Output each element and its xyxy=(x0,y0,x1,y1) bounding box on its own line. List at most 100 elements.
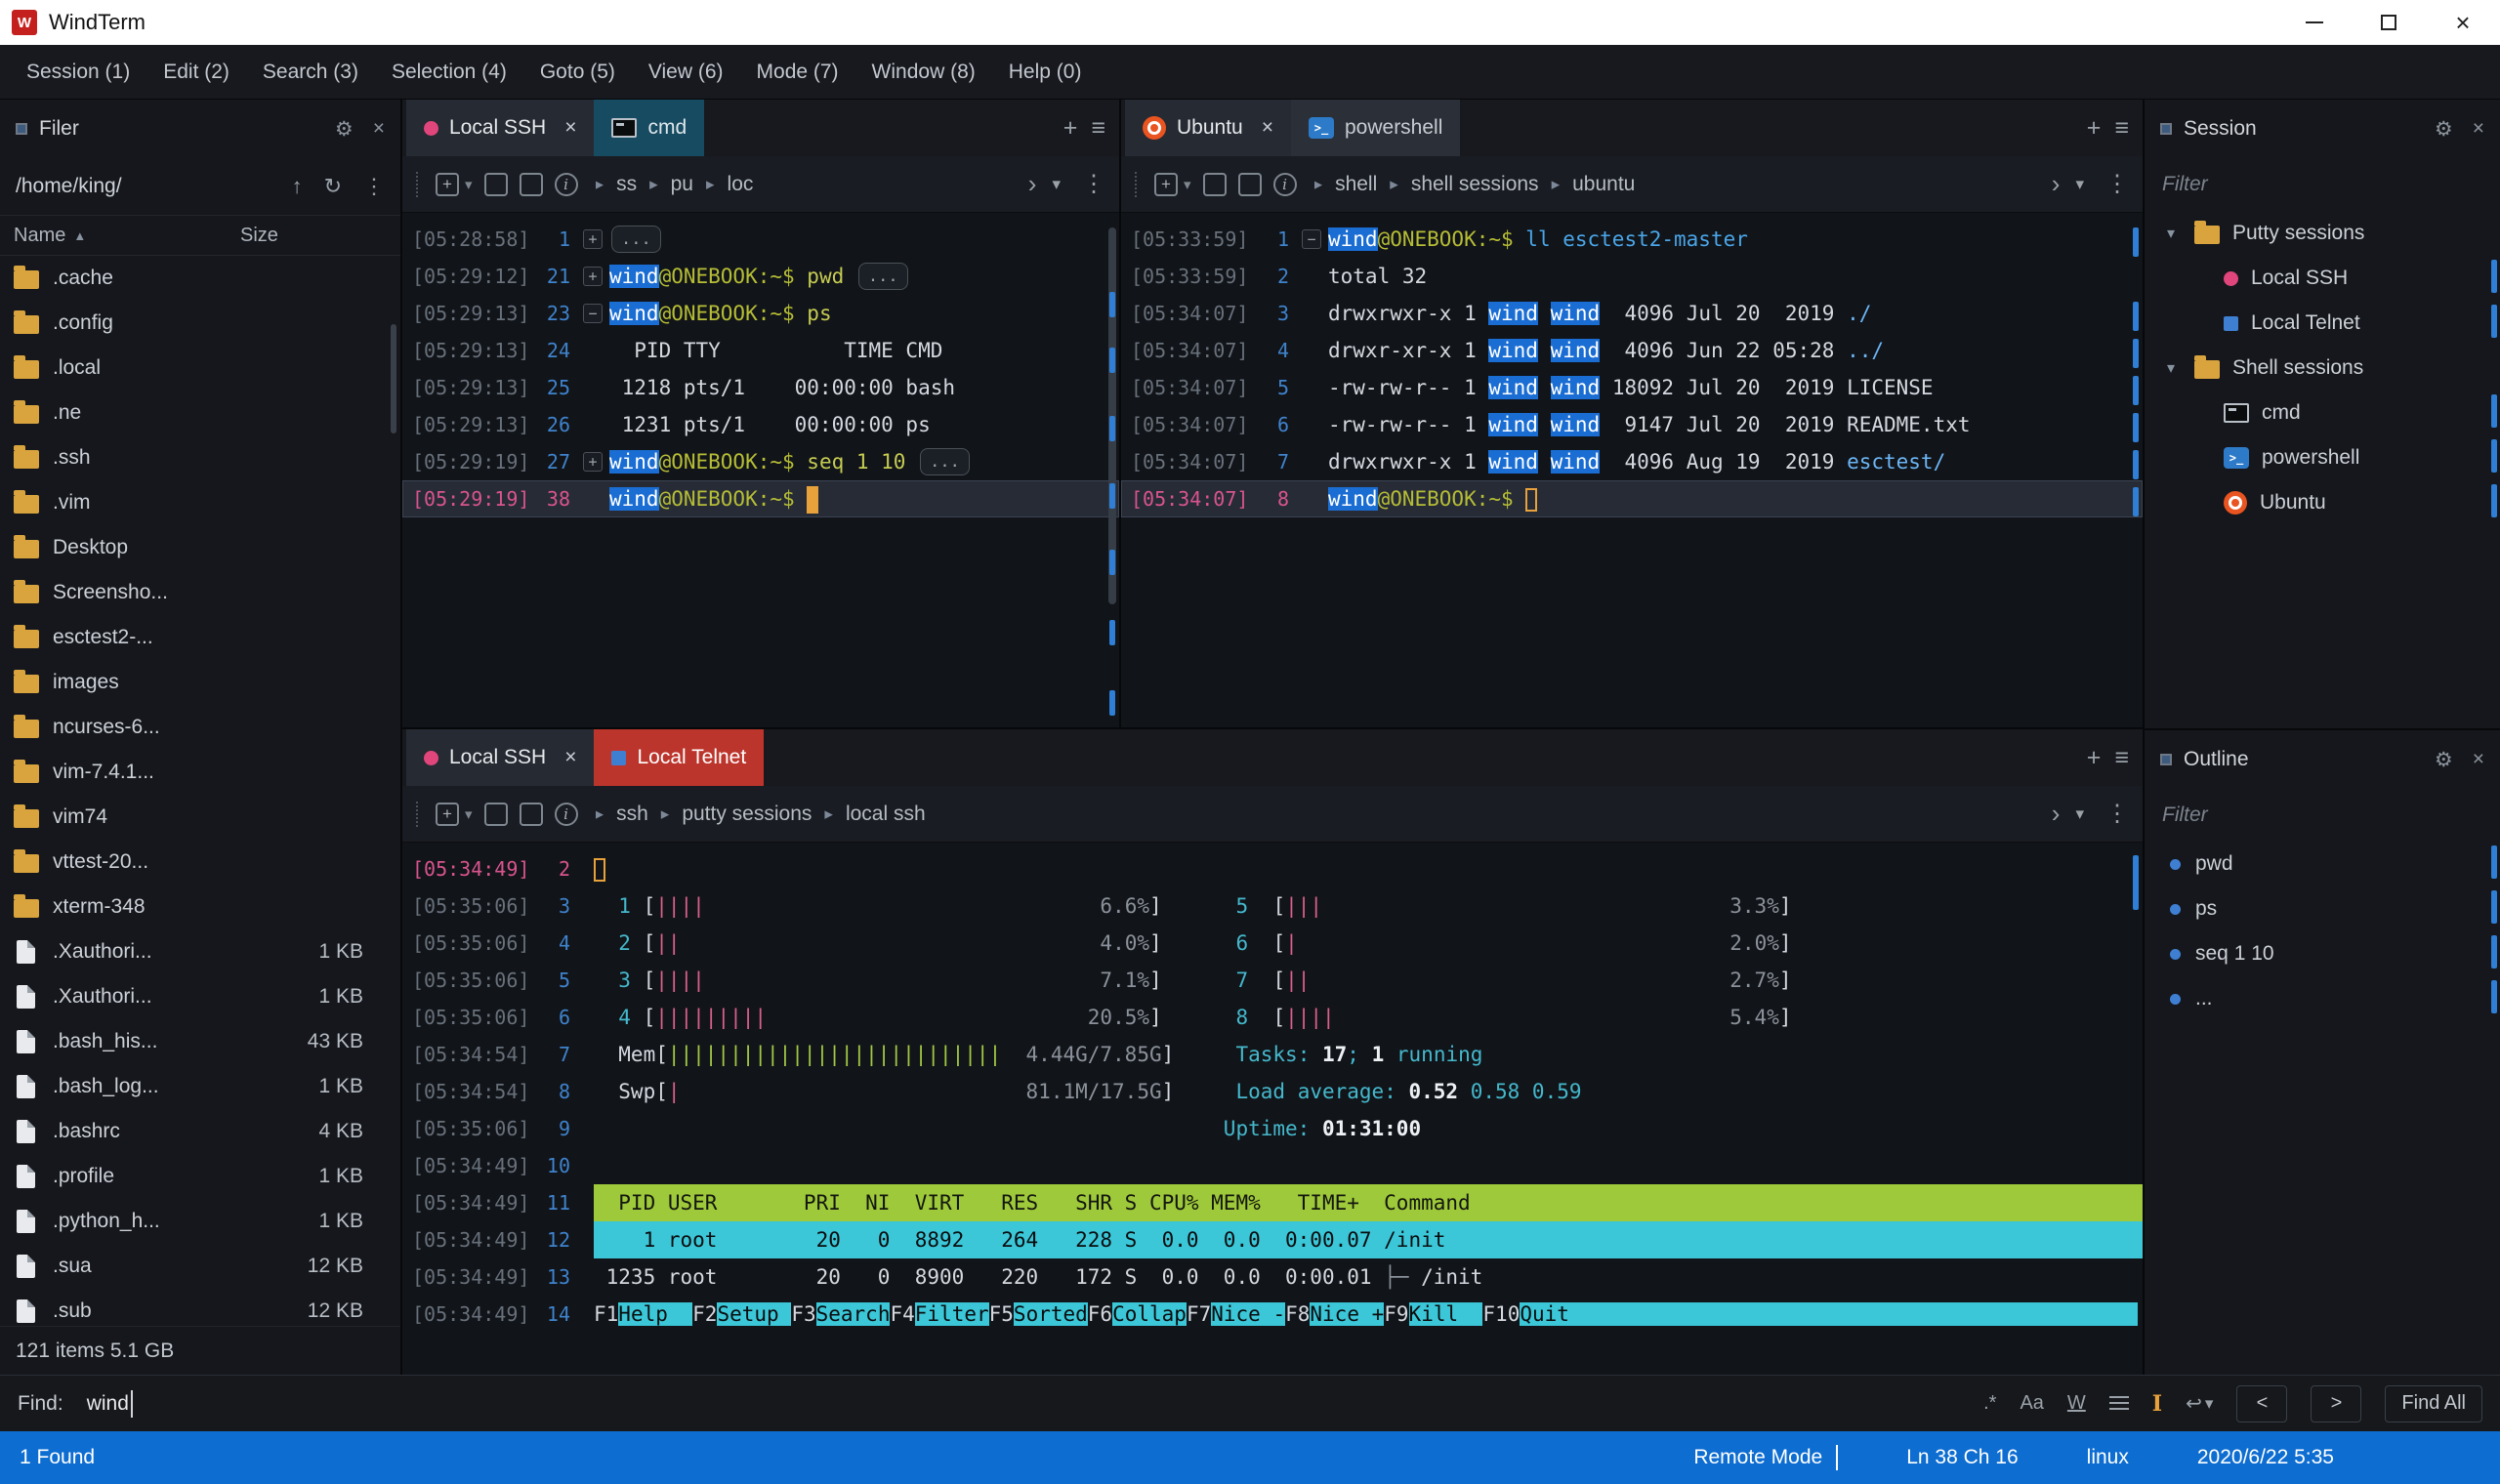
find-previous-button[interactable]: < xyxy=(2236,1384,2288,1422)
breadcrumb-segment[interactable]: shell sessions xyxy=(1411,173,1539,196)
expand-breadcrumb-icon[interactable]: › xyxy=(1028,169,1037,199)
find-input[interactable]: wind xyxy=(87,1389,1974,1418)
tab-local-telnet[interactable]: Local Telnet xyxy=(594,729,765,786)
filer-row[interactable]: .Xauthori... 1 KB xyxy=(0,974,400,1019)
column-header-size[interactable]: Size xyxy=(240,225,387,247)
refresh-icon[interactable]: ↻ xyxy=(324,174,342,199)
breadcrumb-segment[interactable]: ssh xyxy=(616,803,648,826)
session-item-putty-sessions[interactable]: ▾ Putty sessions xyxy=(2145,211,2500,256)
filer-row[interactable]: .Xauthori... 1 KB xyxy=(0,929,400,974)
duplicate-session-icon[interactable] xyxy=(483,172,508,196)
filer-row[interactable]: .bash_log... 1 KB xyxy=(0,1064,400,1109)
tab-powershell[interactable]: >_ powershell xyxy=(1290,100,1461,156)
info-icon[interactable]: i xyxy=(554,172,578,196)
filer-row[interactable]: .local xyxy=(0,346,400,391)
scrollbar[interactable] xyxy=(2129,844,2143,1375)
filer-row[interactable]: .cache xyxy=(0,256,400,301)
clone-session-icon[interactable] xyxy=(1237,172,1262,196)
filer-row[interactable]: xterm-348 xyxy=(0,885,400,929)
chevron-down-icon[interactable]: ▾ xyxy=(1184,176,1191,193)
find-next-button[interactable]: > xyxy=(2311,1384,2362,1422)
menu-item-window[interactable]: Window (8) xyxy=(855,45,992,100)
terminal[interactable]: [05:28:58] 1 +... [05:29:12] 21 + wind@ONEBOOK… xyxy=(402,213,1119,727)
collapsed-output-pill[interactable]: ... xyxy=(920,447,970,475)
tab-close-icon[interactable]: × xyxy=(564,746,576,769)
gear-icon[interactable]: ⚙ xyxy=(2435,117,2453,142)
breadcrumb-segment[interactable]: ss xyxy=(616,173,637,196)
filer-row[interactable]: esctest2-... xyxy=(0,615,400,660)
kebab-menu-icon[interactable]: ⋮ xyxy=(363,174,385,199)
menu-item-goto[interactable]: Goto (5) xyxy=(523,45,632,100)
session-item-local-telnet[interactable]: Local Telnet xyxy=(2145,301,2500,346)
list-matches-icon[interactable] xyxy=(2108,1395,2129,1412)
scrollbar[interactable] xyxy=(1105,214,1119,727)
scrollbar[interactable] xyxy=(2129,214,2143,727)
breadcrumb-segment[interactable]: pu xyxy=(671,173,693,196)
find-all-button[interactable]: Find All xyxy=(2385,1384,2482,1422)
new-session-icon[interactable] xyxy=(1154,172,1178,196)
filer-row[interactable]: .python_h... 1 KB xyxy=(0,1199,400,1244)
menu-item-selection[interactable]: Selection (4) xyxy=(375,45,523,100)
chevron-down-icon[interactable]: ▾ xyxy=(2160,358,2182,378)
chevron-down-icon[interactable]: ▾ xyxy=(1052,175,1061,194)
filer-row[interactable]: vttest-20... xyxy=(0,840,400,885)
tab-ubuntu[interactable]: Ubuntu × xyxy=(1125,100,1291,156)
filer-row[interactable]: .vim xyxy=(0,480,400,525)
menu-item-session[interactable]: Session (1) xyxy=(10,45,146,100)
info-icon[interactable]: i xyxy=(554,802,578,826)
filer-scrollbar[interactable] xyxy=(389,260,398,1324)
outline-filter-input[interactable]: Filter xyxy=(2145,789,2500,842)
chevron-down-icon[interactable]: ▾ xyxy=(465,805,473,823)
gear-icon[interactable]: ⚙ xyxy=(2435,748,2453,772)
session-item-local-ssh[interactable]: Local SSH xyxy=(2145,256,2500,301)
collapsed-output-pill[interactable]: ... xyxy=(857,262,908,290)
filer-row[interactable]: .ssh xyxy=(0,435,400,480)
regex-toggle[interactable]: .* xyxy=(1983,1392,1996,1415)
column-header-name[interactable]: Name ▲ xyxy=(14,225,240,247)
menu-item-help[interactable]: Help (0) xyxy=(992,45,1099,100)
tab-cmd[interactable]: cmd xyxy=(594,100,705,156)
outline-item-pwd[interactable]: pwd xyxy=(2145,842,2500,886)
new-tab-button[interactable]: + xyxy=(1063,114,1078,143)
new-tab-button[interactable]: + xyxy=(2087,744,2102,772)
kebab-menu-icon[interactable]: ⋮ xyxy=(2105,800,2129,828)
outline-item-[interactable]: ... xyxy=(2145,976,2500,1021)
tab-list-button[interactable]: ≡ xyxy=(1091,114,1105,143)
outline-item-ps[interactable]: ps xyxy=(2145,886,2500,931)
breadcrumb-segment[interactable]: ubuntu xyxy=(1572,173,1635,196)
gear-icon[interactable]: ⚙ xyxy=(335,117,354,142)
filer-row[interactable]: vim-7.4.1... xyxy=(0,750,400,795)
tab-list-button[interactable]: ≡ xyxy=(2114,114,2129,143)
duplicate-session-icon[interactable] xyxy=(1202,172,1227,196)
fold-expand-icon[interactable]: + xyxy=(583,267,603,286)
chevron-down-icon[interactable]: ▾ xyxy=(2160,224,2182,243)
breadcrumb-segment[interactable]: loc xyxy=(728,173,754,196)
fold-collapse-icon[interactable]: − xyxy=(1302,229,1321,249)
filer-row[interactable]: .ne xyxy=(0,391,400,435)
session-item-powershell[interactable]: >_ powershell xyxy=(2145,435,2500,480)
duplicate-session-icon[interactable] xyxy=(483,802,508,826)
breadcrumb-segment[interactable]: local ssh xyxy=(846,803,926,826)
breadcrumb-segment[interactable]: shell xyxy=(1335,173,1377,196)
filer-row[interactable]: .bash_his... 43 KB xyxy=(0,1019,400,1064)
filer-row[interactable]: ncurses-6... xyxy=(0,705,400,750)
mode-indicator[interactable]: Remote Mode xyxy=(1693,1446,1822,1469)
close-panel-icon[interactable]: × xyxy=(373,117,385,142)
up-directory-icon[interactable]: ↑ xyxy=(292,174,303,199)
outline-item-seq-1-10[interactable]: seq 1 10 xyxy=(2145,931,2500,976)
fold-expand-icon[interactable]: + xyxy=(583,229,603,249)
filer-row[interactable]: .bashrc 4 KB xyxy=(0,1109,400,1154)
fold-expand-icon[interactable]: + xyxy=(583,452,603,472)
session-item-ubuntu[interactable]: Ubuntu xyxy=(2145,480,2500,525)
clone-session-icon[interactable] xyxy=(519,172,543,196)
close-button[interactable]: × xyxy=(2426,0,2500,45)
cursor-position[interactable]: Ln 38 Ch 16 xyxy=(1906,1446,2018,1469)
terminal[interactable]: [05:33:59] 1− wind@ONEBOOK:~$ ll esctest2-… xyxy=(1121,213,2143,727)
filer-row[interactable]: Screensho... xyxy=(0,570,400,615)
fold-collapse-icon[interactable]: − xyxy=(583,304,603,323)
tab-local-ssh[interactable]: Local SSH × xyxy=(406,100,595,156)
in-selection-icon[interactable]: I xyxy=(2152,1391,2162,1417)
filer-row[interactable]: .sub 12 KB xyxy=(0,1289,400,1326)
tab-local-ssh[interactable]: Local SSH × xyxy=(406,729,595,786)
tab-close-icon[interactable]: × xyxy=(564,116,576,140)
